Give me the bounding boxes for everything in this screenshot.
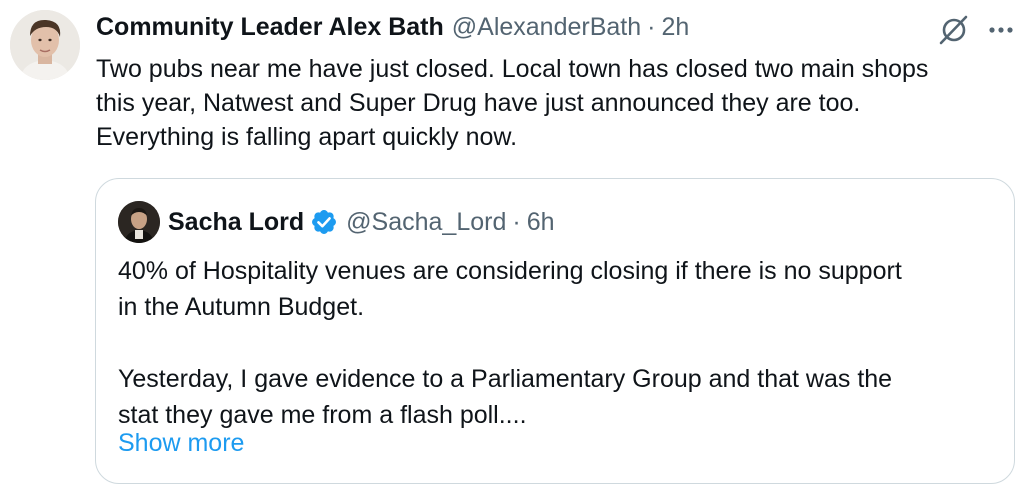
quote-separator-dot: · [512, 207, 521, 236]
author-name[interactable]: Community Leader Alex Bath [96, 13, 444, 42]
tweet-text: Two pubs near me have just closed. Local… [96, 55, 929, 151]
quote-author-avatar[interactable] [118, 201, 160, 243]
quote-text: 40% of Hospitality venues are considerin… [118, 257, 902, 429]
quote-author-handle[interactable]: @Sacha_Lord [346, 208, 506, 237]
quote-author-name[interactable]: Sacha Lord [168, 208, 304, 237]
tweet[interactable]: Community Leader Alex Bath @AlexanderBat… [0, 0, 1024, 497]
author-handle[interactable]: @AlexanderBath [452, 13, 641, 42]
quote-header: Sacha Lord @Sacha_Lord · 6h [168, 203, 555, 241]
show-more-link[interactable]: Show more [118, 429, 244, 458]
separator-dot: · [647, 12, 656, 41]
quote-timestamp[interactable]: 6h [527, 208, 555, 237]
more-options-icon[interactable] [985, 16, 1017, 44]
tweet-timestamp[interactable]: 2h [661, 13, 689, 42]
quoted-tweet[interactable]: Sacha Lord @Sacha_Lord · 6h 40% of Hospi… [95, 178, 1015, 484]
verified-badge-icon[interactable] [310, 208, 338, 236]
grok-icon[interactable] [935, 12, 971, 48]
tweet-header: Community Leader Alex Bath @AlexanderBat… [96, 10, 689, 44]
author-avatar[interactable] [10, 10, 80, 80]
